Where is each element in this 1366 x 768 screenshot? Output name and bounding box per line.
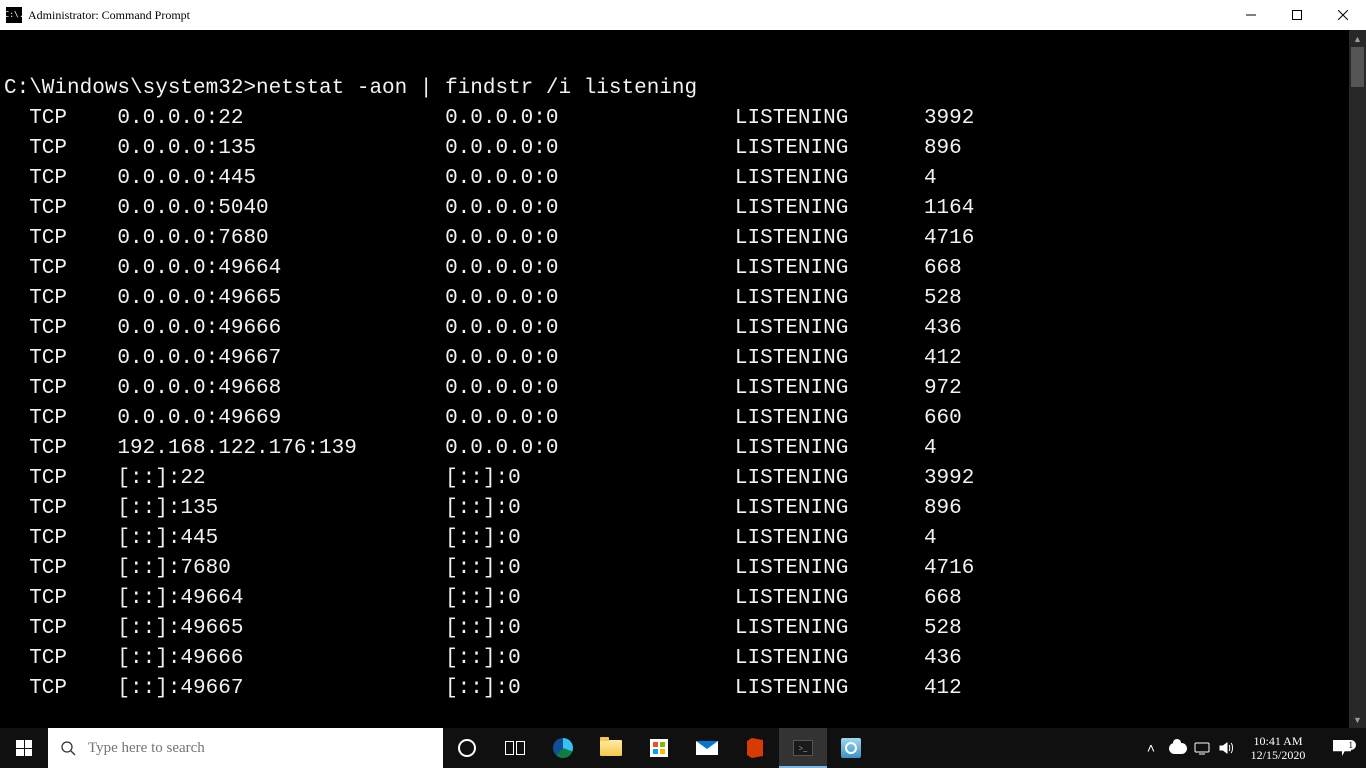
taskbar-explorer[interactable] bbox=[587, 728, 635, 768]
cortana-icon bbox=[458, 739, 476, 757]
taskbar-mail[interactable] bbox=[683, 728, 731, 768]
close-button[interactable] bbox=[1320, 0, 1366, 30]
folder-icon bbox=[600, 740, 622, 756]
clock-time: 10:41 AM bbox=[1253, 734, 1302, 748]
system-tray: ˄ 10:41 AM 12/15/2020 1 bbox=[1136, 728, 1366, 768]
taskbar-cmd[interactable]: >_ bbox=[779, 728, 827, 768]
cmd-app-icon: C:\. bbox=[6, 7, 22, 23]
windows-logo-icon bbox=[16, 740, 32, 756]
scroll-up-icon[interactable]: ▲ bbox=[1349, 30, 1366, 47]
task-view-icon bbox=[505, 741, 525, 755]
cmd-icon: >_ bbox=[793, 740, 813, 756]
office-icon bbox=[747, 738, 763, 758]
terminal-scrollbar[interactable]: ▲ ▼ bbox=[1349, 30, 1366, 728]
cortana-button[interactable] bbox=[443, 728, 491, 768]
taskbar-edge[interactable] bbox=[539, 728, 587, 768]
tray-onedrive[interactable] bbox=[1166, 743, 1190, 754]
cloud-icon bbox=[1169, 743, 1187, 754]
taskbar-store[interactable] bbox=[635, 728, 683, 768]
edge-icon bbox=[553, 738, 573, 758]
taskbar-search[interactable] bbox=[48, 728, 443, 768]
tray-volume[interactable] bbox=[1214, 740, 1238, 756]
notification-badge: 1 bbox=[1346, 740, 1357, 750]
scroll-down-icon[interactable]: ▼ bbox=[1349, 711, 1366, 728]
maximize-button[interactable] bbox=[1274, 0, 1320, 30]
window-title: Administrator: Command Prompt bbox=[28, 8, 190, 23]
window-titlebar[interactable]: C:\. Administrator: Command Prompt bbox=[0, 0, 1366, 30]
taskbar: >_ ˄ 10:41 AM 12/15/2020 1 bbox=[0, 728, 1366, 768]
cmd-app-icon-label: C:\. bbox=[4, 11, 23, 19]
task-view-button[interactable] bbox=[491, 728, 539, 768]
network-icon bbox=[1194, 740, 1210, 756]
action-center-button[interactable]: 1 bbox=[1318, 740, 1366, 756]
tray-overflow-button[interactable]: ˄ bbox=[1136, 740, 1166, 756]
scroll-thumb[interactable] bbox=[1351, 47, 1364, 87]
clock-date: 12/15/2020 bbox=[1251, 748, 1306, 762]
mail-icon bbox=[696, 741, 718, 755]
store-icon bbox=[650, 739, 668, 757]
search-input[interactable] bbox=[88, 740, 443, 757]
taskbar-services[interactable] bbox=[827, 728, 875, 768]
services-icon bbox=[841, 738, 861, 758]
taskbar-office[interactable] bbox=[731, 728, 779, 768]
volume-icon bbox=[1218, 740, 1234, 756]
terminal-output[interactable]: C:\Windows\system32>netstat -aon | finds… bbox=[0, 30, 1366, 704]
taskbar-clock[interactable]: 10:41 AM 12/15/2020 bbox=[1238, 734, 1318, 762]
tray-network[interactable] bbox=[1190, 740, 1214, 756]
minimize-button[interactable] bbox=[1228, 0, 1274, 30]
start-button[interactable] bbox=[0, 728, 48, 768]
search-icon bbox=[48, 740, 88, 756]
terminal-area[interactable]: C:\Windows\system32>netstat -aon | finds… bbox=[0, 30, 1366, 728]
